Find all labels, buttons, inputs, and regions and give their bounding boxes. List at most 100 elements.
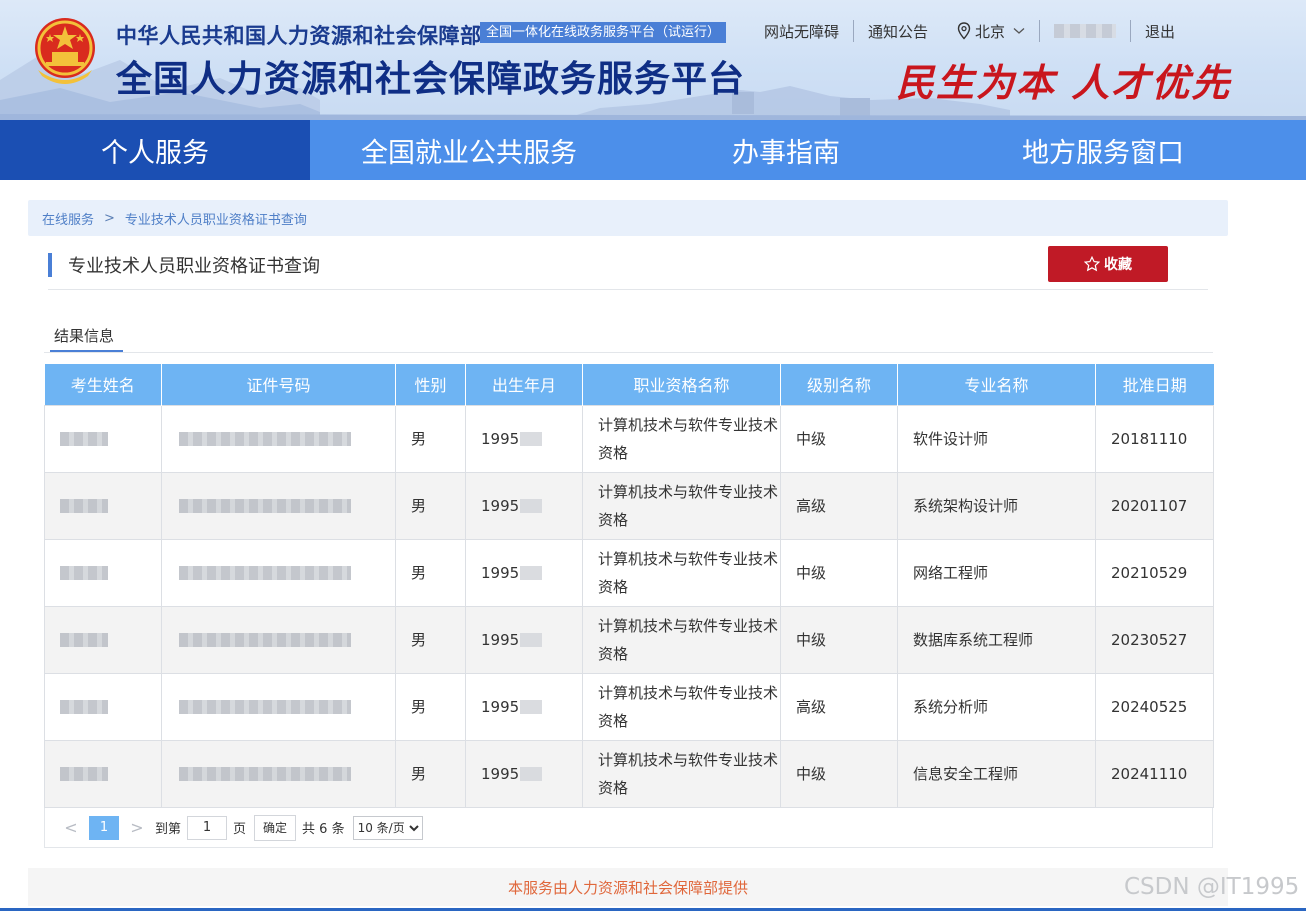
id-cell — [161, 404, 396, 473]
slogan: 民生为本 人才优先 — [896, 60, 1232, 105]
birth-cell: 1995 — [465, 538, 583, 607]
birth-redacted — [520, 767, 543, 781]
birth-year: 1995 — [481, 429, 520, 448]
gender-cell: 男 — [395, 605, 466, 674]
birth-year: 1995 — [481, 496, 520, 515]
goto-page-input[interactable] — [187, 815, 228, 840]
divider — [48, 289, 1208, 290]
divider — [853, 20, 855, 42]
accessibility-link[interactable]: 网站无障碍 — [764, 21, 839, 42]
page-title: 专业技术人员职业资格证书查询 — [48, 253, 320, 277]
birth-redacted — [520, 432, 543, 446]
gender-cell: 男 — [395, 404, 466, 473]
tab-result-info[interactable]: 结果信息 — [54, 325, 114, 346]
birth-redacted — [520, 633, 543, 647]
name-redacted — [60, 633, 108, 647]
goto-label: 到第 — [155, 822, 182, 837]
name-redacted — [60, 566, 108, 580]
id-cell — [161, 538, 396, 607]
id-number-redacted — [179, 432, 351, 446]
major-cell: 系统分析师 — [897, 672, 1096, 741]
id-number-redacted — [179, 566, 351, 580]
birth-cell: 1995 — [465, 672, 583, 741]
birth-cell: 1995 — [465, 471, 583, 540]
location-pin-icon — [957, 22, 971, 40]
name-redacted — [60, 767, 108, 781]
column-header: 批准日期 — [1095, 364, 1214, 405]
id-cell — [161, 672, 396, 741]
breadcrumb-current: 专业技术人员职业资格证书查询 — [124, 212, 307, 228]
top-links: 网站无障碍 通知公告 北京 退出 — [764, 18, 1175, 44]
table-row: 男 1995 计算机技术与软件专业技术资格 高级 系统分析师 20240525 — [44, 672, 1214, 741]
name-cell — [44, 538, 162, 607]
location-selector[interactable]: 北京 — [957, 21, 1025, 42]
logout-link[interactable]: 退出 — [1145, 21, 1175, 42]
date-cell: 20240525 — [1095, 672, 1214, 741]
birth-year: 1995 — [481, 697, 520, 716]
level-cell: 高级 — [780, 672, 898, 741]
column-header: 证件号码 — [161, 364, 396, 405]
prev-page-button[interactable]: < — [59, 818, 83, 837]
table-row: 男 1995 计算机技术与软件专业技术资格 中级 数据库系统工程师 202305… — [44, 605, 1214, 674]
total-count: 共 6 条 — [302, 822, 345, 837]
goto-confirm-button[interactable]: 确定 — [254, 814, 297, 841]
id-cell — [161, 471, 396, 540]
breadcrumb-separator: > — [104, 210, 115, 226]
trial-badge[interactable]: 全国一体化在线政务服务平台（试运行） — [480, 22, 727, 43]
birth-cell: 1995 — [465, 404, 583, 473]
major-cell: 网络工程师 — [897, 538, 1096, 607]
nav-item-employment-service[interactable]: 全国就业公共服务 — [310, 120, 628, 180]
name-cell — [44, 605, 162, 674]
qualification-cell: 计算机技术与软件专业技术资格 — [582, 471, 781, 540]
name-cell — [44, 471, 162, 540]
watermark: CSDN @IT1995 — [1124, 874, 1300, 900]
column-header: 性别 — [395, 364, 466, 405]
next-page-button[interactable]: > — [125, 818, 149, 837]
results-table: 考生姓名 证件号码 性别 出生年月 职业资格名称 级别名称 专业名称 批准日期 … — [44, 364, 1214, 808]
page-title-text: 专业技术人员职业资格证书查询 — [68, 256, 320, 277]
gender-cell: 男 — [395, 471, 466, 540]
id-number-redacted — [179, 633, 351, 647]
page-size-select[interactable]: 10 条/页 — [352, 815, 423, 840]
platform-title: 全国人力资源和社会保障政务服务平台 — [116, 59, 746, 100]
nav-item-personal-service[interactable]: 个人服务 — [0, 120, 310, 180]
birth-year: 1995 — [481, 563, 520, 582]
footer: 本服务由人力资源和社会保障部提供 — [28, 868, 1228, 906]
page-button-current[interactable]: 1 — [89, 815, 119, 840]
nav-item-local-service[interactable]: 地方服务窗口 — [944, 120, 1262, 180]
notice-link[interactable]: 通知公告 — [868, 21, 928, 42]
column-header: 职业资格名称 — [582, 364, 781, 405]
birth-redacted — [520, 566, 543, 580]
breadcrumb-home-link[interactable]: 在线服务 — [42, 209, 94, 228]
divider — [44, 352, 1213, 353]
birth-year: 1995 — [481, 630, 520, 649]
major-cell: 系统架构设计师 — [897, 471, 1096, 540]
date-cell: 20201107 — [1095, 471, 1214, 540]
id-number-redacted — [179, 767, 351, 781]
divider — [1039, 20, 1041, 42]
column-header: 考生姓名 — [44, 364, 162, 405]
major-cell: 软件设计师 — [897, 404, 1096, 473]
gender-cell: 男 — [395, 538, 466, 607]
id-cell — [161, 739, 396, 808]
user-name-redacted[interactable] — [1054, 24, 1117, 38]
ministry-name: 中华人民共和国人力资源和社会保障部 — [116, 24, 482, 48]
nav-item-service-guide[interactable]: 办事指南 — [628, 120, 944, 180]
birth-year: 1995 — [481, 764, 520, 783]
favorite-button[interactable]: 收藏 — [1048, 246, 1168, 282]
major-cell: 数据库系统工程师 — [897, 605, 1096, 674]
name-redacted — [60, 499, 108, 513]
footer-text: 本服务由人力资源和社会保障部提供 — [507, 878, 748, 897]
main-nav: 个人服务 全国就业公共服务 办事指南 地方服务窗口 — [0, 120, 1306, 180]
location-label: 北京 — [975, 22, 1006, 41]
name-cell — [44, 404, 162, 473]
divider — [1130, 20, 1132, 42]
chevron-down-icon — [1013, 28, 1025, 34]
breadcrumb: 在线服务 > 专业技术人员职业资格证书查询 — [28, 200, 1228, 236]
id-cell — [161, 605, 396, 674]
level-cell: 高级 — [780, 471, 898, 540]
qualification-cell: 计算机技术与软件专业技术资格 — [582, 538, 781, 607]
column-header: 级别名称 — [780, 364, 898, 405]
favorite-label: 收藏 — [1104, 257, 1132, 273]
major-cell: 信息安全工程师 — [897, 739, 1096, 808]
